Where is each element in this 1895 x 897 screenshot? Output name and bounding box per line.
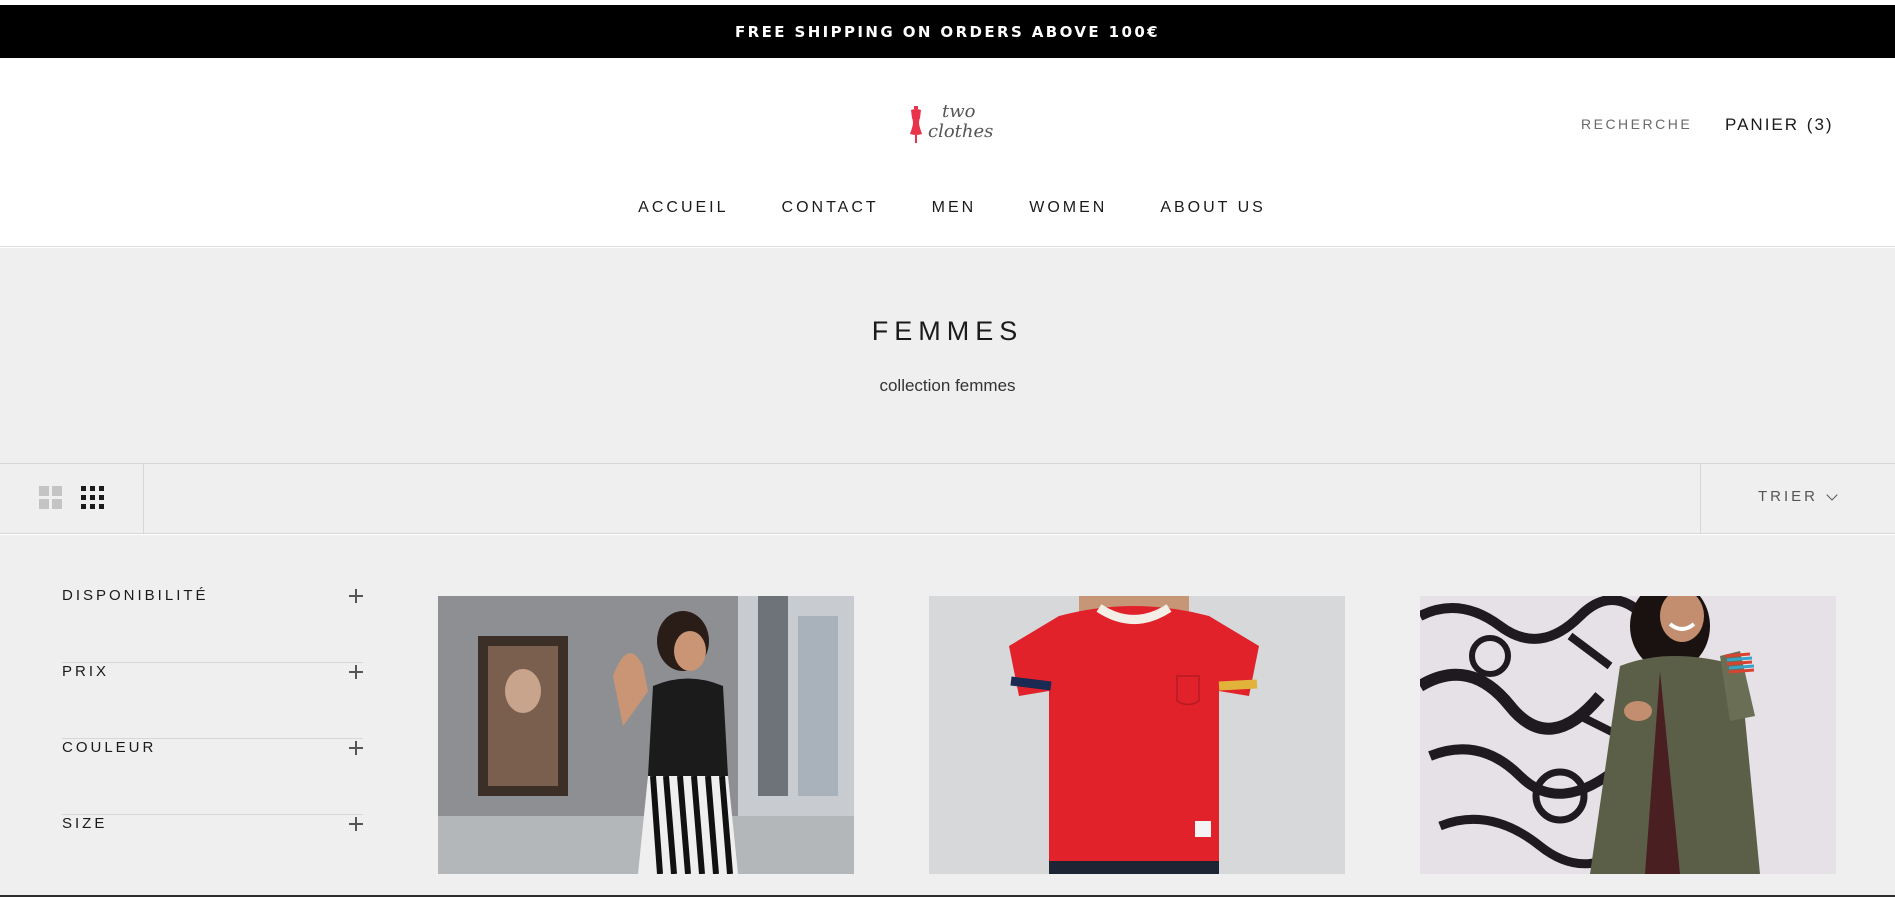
announcement-text: FREE SHIPPING ON ORDERS ABOVE 100€ — [734, 22, 1161, 41]
nav-item-men[interactable]: MEN — [932, 199, 977, 217]
filter-couleur[interactable]: COULEUR — [62, 739, 363, 815]
collection-header: FEMMES collection femmes — [0, 248, 1895, 463]
collection-toolbar: TRIER — [0, 463, 1895, 534]
nav-item-women[interactable]: WOMEN — [1029, 199, 1107, 217]
chevron-down-icon — [1826, 489, 1838, 501]
filter-disponibilite[interactable]: DISPONIBILITÉ — [62, 587, 363, 663]
product-card[interactable] — [1420, 596, 1836, 874]
grid-3-columns-icon[interactable] — [81, 486, 104, 509]
sort-dropdown[interactable]: TRIER — [1758, 488, 1838, 505]
cart-count: (3) — [1806, 115, 1834, 134]
main-nav: ACCUEIL CONTACT MEN WOMEN ABOUT US — [0, 199, 1895, 217]
filter-label: COULEUR — [62, 739, 157, 756]
product-card[interactable] — [438, 596, 854, 874]
product-image — [1420, 596, 1836, 874]
toolbar-divider — [143, 464, 144, 533]
plus-icon — [349, 817, 363, 831]
cart-label: PANIER — [1725, 115, 1800, 134]
plus-icon — [349, 589, 363, 603]
nav-item-contact[interactable]: CONTACT — [782, 199, 879, 217]
nav-item-about-us[interactable]: ABOUT US — [1160, 199, 1266, 217]
product-card[interactable] — [929, 596, 1345, 874]
product-image — [929, 596, 1345, 874]
sort-label: TRIER — [1758, 488, 1818, 505]
nav-item-accueil[interactable]: ACCUEIL — [638, 199, 728, 217]
announcement-bar: FREE SHIPPING ON ORDERS ABOVE 100€ — [0, 5, 1895, 58]
toolbar-divider — [1700, 464, 1701, 533]
filter-sidebar: DISPONIBILITÉ PRIX COULEUR SIZE — [62, 587, 363, 891]
site-logo[interactable]: two clothes — [908, 102, 993, 152]
search-link[interactable]: RECHERCHE — [1581, 116, 1692, 132]
logo-line2: clothes — [928, 121, 994, 142]
collection-description: collection femmes — [879, 376, 1016, 395]
site-header: two clothes RECHERCHE PANIER (3) ACCUEIL… — [0, 58, 1895, 247]
logo-line1: two — [942, 101, 976, 122]
dress-form-icon — [910, 106, 922, 143]
grid-2-columns-icon[interactable] — [39, 486, 62, 509]
plus-icon — [349, 741, 363, 755]
plus-icon — [349, 665, 363, 679]
filter-prix[interactable]: PRIX — [62, 663, 363, 739]
collection-title: FEMMES — [871, 316, 1024, 346]
filter-label: PRIX — [62, 663, 110, 680]
filter-label: DISPONIBILITÉ — [62, 587, 209, 604]
filter-size[interactable]: SIZE — [62, 815, 363, 891]
product-image — [438, 596, 854, 874]
collection-main: DISPONIBILITÉ PRIX COULEUR SIZE — [0, 535, 1895, 897]
cart-link[interactable]: PANIER (3) — [1725, 115, 1834, 135]
filter-label: SIZE — [62, 815, 108, 832]
